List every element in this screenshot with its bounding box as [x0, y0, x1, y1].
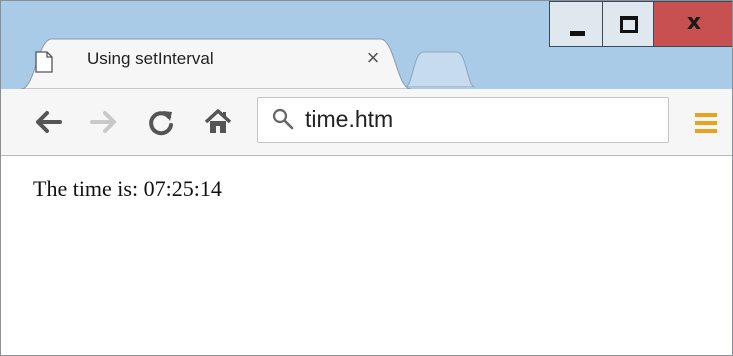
time-label: The time is:	[33, 176, 144, 201]
maximize-button[interactable]	[602, 1, 654, 47]
address-bar-text: time.htm	[305, 106, 394, 132]
tab-close-icon[interactable]: ×	[363, 47, 383, 69]
minimize-button[interactable]	[549, 1, 603, 47]
minimize-icon	[570, 31, 585, 36]
forward-arrow-icon[interactable]	[89, 109, 119, 135]
title-bar: Using setInterval × x	[1, 1, 732, 89]
home-icon[interactable]	[204, 109, 232, 135]
close-icon: x	[686, 10, 702, 35]
address-bar[interactable]: time.htm	[257, 97, 669, 143]
back-arrow-icon[interactable]	[33, 109, 63, 135]
tab-title: Using setInterval	[87, 49, 214, 68]
page-document-icon	[35, 51, 53, 73]
maximize-icon	[620, 16, 638, 33]
browser-tab[interactable]	[21, 37, 411, 89]
browser-window: Using setInterval × x time.htm The time …	[0, 0, 733, 356]
time-text: The time is: 07:25:14	[33, 176, 222, 202]
browser-toolbar: time.htm	[1, 89, 732, 156]
hamburger-menu-icon[interactable]	[695, 113, 717, 133]
page-content: The time is: 07:25:14	[1, 156, 732, 355]
search-icon	[272, 108, 294, 130]
tab-background	[21, 38, 411, 89]
close-window-button[interactable]: x	[653, 1, 732, 47]
new-tab-button[interactable]	[405, 51, 475, 87]
reload-icon[interactable]	[147, 109, 175, 137]
time-value: 07:25:14	[143, 176, 222, 201]
